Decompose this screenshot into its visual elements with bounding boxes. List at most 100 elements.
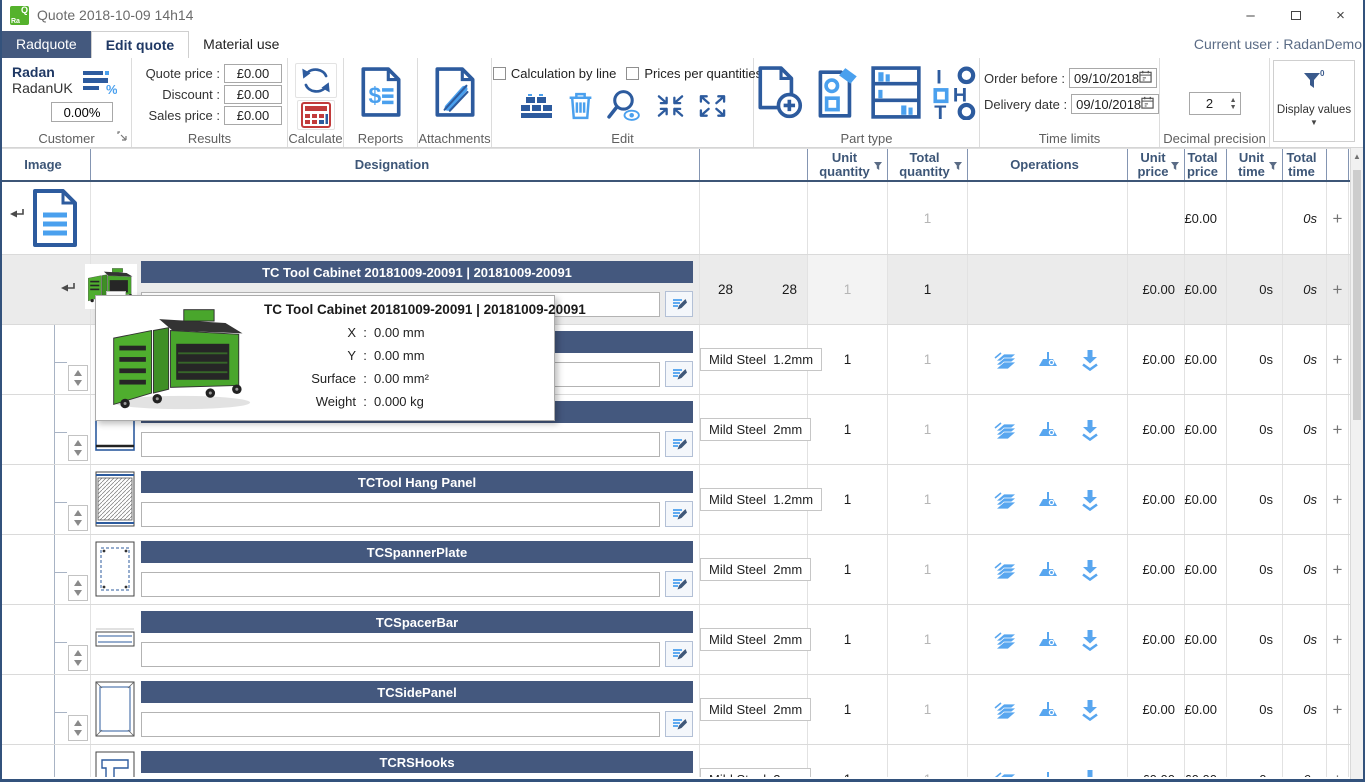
column-header-total-quantity[interactable]: Total quantity — [888, 149, 968, 180]
assembly-quantity-a[interactable]: 28 — [718, 282, 733, 297]
expand-all-button[interactable] — [698, 93, 727, 122]
preview-search-button[interactable] — [606, 89, 643, 125]
download-operation-button[interactable] — [1078, 489, 1102, 511]
quote-price-value[interactable]: £0.00 — [224, 64, 282, 83]
column-header-total-time[interactable]: Total time — [1283, 149, 1327, 180]
edit-designation-button[interactable] — [665, 431, 693, 457]
download-operation-button[interactable] — [1078, 699, 1102, 721]
filter-funnel-icon[interactable] — [1268, 160, 1278, 174]
cutting-operation-button[interactable] — [994, 699, 1018, 721]
new-part-button[interactable] — [756, 66, 804, 123]
download-operation-button[interactable] — [1078, 769, 1102, 778]
attachments-button[interactable] — [434, 67, 476, 120]
add-operation-button[interactable]: + — [1333, 491, 1343, 508]
quote-document-icon[interactable] — [32, 187, 78, 252]
material-selector[interactable]: Mild Steel 2mm — [700, 628, 811, 651]
column-header-operations[interactable]: Operations — [968, 149, 1128, 180]
calculator-button[interactable] — [297, 100, 335, 130]
maximize-button[interactable] — [1273, 0, 1318, 30]
calendar-icon[interactable] — [1139, 70, 1152, 86]
edit-designation-button[interactable] — [665, 291, 693, 317]
designation-input[interactable] — [141, 712, 660, 737]
spin-up-icon[interactable]: ▲ — [1230, 97, 1237, 104]
close-button[interactable]: × — [1318, 0, 1363, 30]
quantity-spinner[interactable] — [68, 575, 88, 601]
reports-button[interactable]: $ — [360, 67, 402, 120]
cutting-operation-button[interactable] — [994, 419, 1018, 441]
folding-operation-button[interactable] — [1036, 769, 1060, 778]
add-operation-button[interactable]: + — [1333, 631, 1343, 648]
material-selector[interactable]: Mild Steel 1.2mm — [700, 348, 822, 371]
order-before-date-input[interactable]: 09/10/2018 — [1069, 68, 1157, 88]
edit-designation-button[interactable] — [665, 361, 693, 387]
folding-operation-button[interactable] — [1036, 419, 1060, 441]
column-header-blank[interactable] — [700, 149, 808, 180]
add-operation-button[interactable]: + — [1333, 421, 1343, 438]
quantity-spinner[interactable] — [68, 505, 88, 531]
filter-funnel-icon[interactable] — [873, 160, 883, 174]
calendar-icon[interactable] — [1141, 96, 1154, 112]
add-operation-button[interactable]: + — [1333, 561, 1343, 578]
column-header-total-price[interactable]: Total price — [1185, 149, 1227, 180]
decimal-precision-spinner[interactable]: 2 ▲▼ — [1189, 92, 1241, 115]
filter-funnel-icon[interactable] — [1170, 160, 1180, 174]
column-header-unit-quantity[interactable]: Unit quantity — [808, 149, 888, 180]
cutting-operation-button[interactable] — [994, 629, 1018, 651]
material-selector[interactable]: Mild Steel 1.2mm — [700, 488, 822, 511]
folding-operation-button[interactable] — [1036, 489, 1060, 511]
delete-button[interactable] — [568, 91, 593, 123]
tab-edit-quote[interactable]: Edit quote — [91, 31, 189, 58]
material-selector[interactable]: Mild Steel 2mm — [700, 698, 811, 721]
discount-value[interactable]: £0.00 — [224, 85, 282, 104]
add-operation-button[interactable]: + — [1333, 281, 1343, 298]
customer-discount-input[interactable] — [51, 102, 113, 122]
designation-input[interactable] — [141, 572, 660, 597]
spin-down-icon[interactable]: ▼ — [1230, 104, 1237, 111]
quantity-spinner[interactable] — [68, 715, 88, 741]
folding-operation-button[interactable] — [1036, 629, 1060, 651]
assembly-quantity-b[interactable]: 28 — [782, 282, 797, 297]
tab-material-use[interactable]: Material use — [189, 31, 293, 58]
scroll-up-icon[interactable]: ▲ — [1351, 148, 1363, 161]
add-operation-button[interactable]: + — [1333, 210, 1343, 227]
download-operation-button[interactable] — [1078, 559, 1102, 581]
prices-per-quantities-checkbox[interactable] — [626, 67, 639, 80]
folding-operation-button[interactable] — [1036, 699, 1060, 721]
quantity-spinner[interactable] — [68, 435, 88, 461]
material-selector[interactable]: Mild Steel 2mm — [700, 418, 811, 441]
column-header-unit-time[interactable]: Unit time — [1227, 149, 1283, 180]
add-operation-button[interactable]: + — [1333, 701, 1343, 718]
display-values-button[interactable]: 0 Display values ▼ — [1273, 60, 1355, 142]
material-selector[interactable]: Mild Steel 2mm — [700, 768, 811, 777]
scrollbar-thumb[interactable] — [1353, 170, 1361, 420]
add-operation-button[interactable]: + — [1333, 351, 1343, 368]
edit-designation-button[interactable] — [665, 571, 693, 597]
designation-input[interactable] — [141, 432, 660, 457]
sales-price-value[interactable]: £0.00 — [224, 106, 282, 125]
collapse-arrow-icon[interactable] — [9, 208, 25, 223]
filter-funnel-icon[interactable] — [953, 160, 963, 174]
customer-dialog-launcher-icon[interactable] — [117, 129, 127, 144]
edit-designation-button[interactable] — [665, 501, 693, 527]
designation-input[interactable] — [141, 642, 660, 667]
designation-input[interactable] — [141, 502, 660, 527]
material-selector[interactable]: Mild Steel 2mm — [700, 558, 811, 581]
column-header-designation[interactable]: Designation — [91, 149, 700, 180]
collapse-arrow-icon[interactable] — [60, 282, 76, 297]
minimize-button[interactable]: – — [1228, 0, 1273, 30]
column-header-image[interactable]: Image — [2, 149, 91, 180]
folding-operation-button[interactable] — [1036, 559, 1060, 581]
vertical-scrollbar[interactable]: ▲ — [1350, 148, 1363, 779]
quantity-spinner[interactable] — [68, 645, 88, 671]
edit-part-button[interactable] — [814, 66, 860, 123]
edit-designation-button[interactable] — [665, 641, 693, 667]
stock-shelf-button[interactable] — [870, 66, 922, 123]
download-operation-button[interactable] — [1078, 419, 1102, 441]
recalculate-button[interactable] — [295, 63, 337, 98]
quantity-spinner[interactable] — [68, 365, 88, 391]
build-assembly-button[interactable] — [519, 92, 555, 122]
collapse-all-button[interactable] — [656, 93, 685, 122]
delivery-date-input[interactable]: 09/10/2018 — [1071, 94, 1159, 114]
cutting-operation-button[interactable] — [994, 769, 1018, 778]
hardware-symbols-button[interactable]: IHT — [932, 66, 978, 123]
